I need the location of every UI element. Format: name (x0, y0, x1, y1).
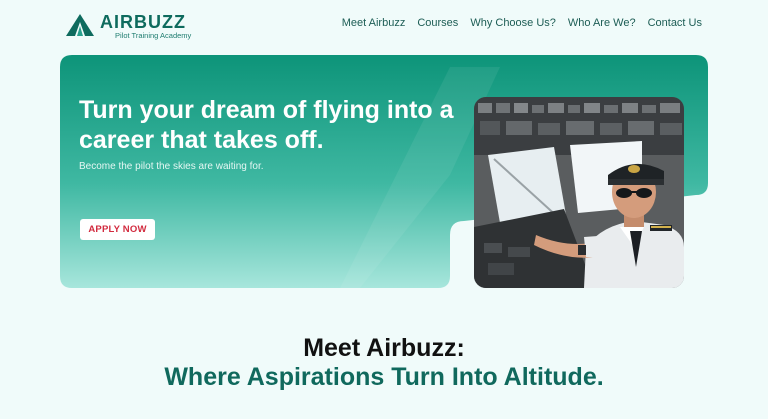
site-header: AIRBUZZ Pilot Training Academy Meet Airb… (0, 0, 768, 50)
logo-mountain-icon (66, 14, 94, 36)
pilot-cockpit-photo (474, 97, 684, 288)
hero-subtitle: Become the pilot the skies are waiting f… (79, 161, 264, 172)
nav-who-are-we[interactable]: Who Are We? (568, 17, 636, 29)
logo-tagline: Pilot Training Academy (115, 31, 192, 40)
main-nav: Meet Airbuzz Courses Why Choose Us? Who … (342, 17, 702, 29)
nav-meet-airbuzz[interactable]: Meet Airbuzz (342, 17, 406, 29)
pilot-in-cockpit-icon (474, 97, 684, 288)
apply-now-button[interactable]: APPLY NOW (80, 219, 155, 240)
nav-courses[interactable]: Courses (417, 17, 458, 29)
section-title: Meet Airbuzz: (303, 334, 465, 362)
section-subtitle: Where Aspirations Turn Into Altitude. (164, 363, 604, 391)
hero-title: Turn your dream of flying into a career … (79, 96, 454, 154)
nav-contact-us[interactable]: Contact Us (648, 17, 702, 29)
logo-name: AIRBUZZ (100, 12, 186, 32)
nav-why-choose-us[interactable]: Why Choose Us? (470, 17, 556, 29)
hero-banner: Turn your dream of flying into a career … (60, 55, 708, 288)
